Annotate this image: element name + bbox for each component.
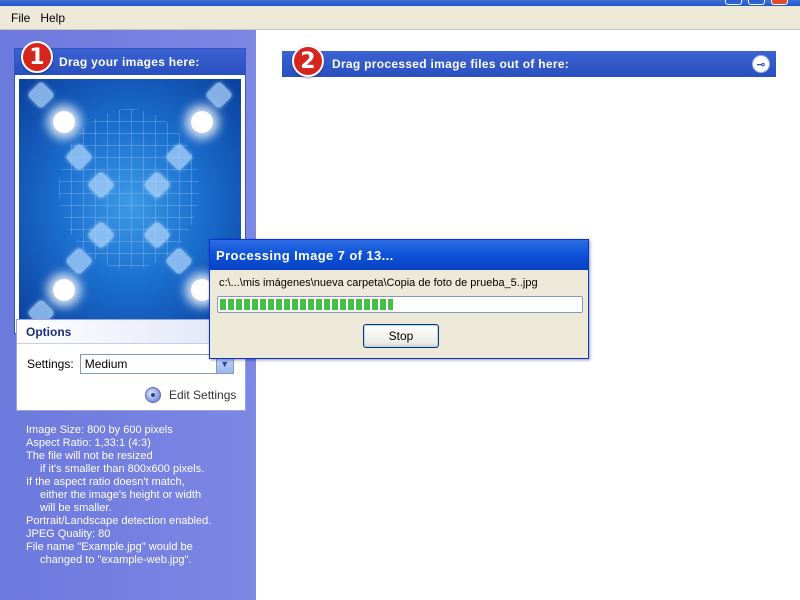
step-one-badge: 1: [21, 41, 53, 73]
settings-selected-value: Medium: [84, 357, 128, 371]
menu-file[interactable]: File: [6, 9, 35, 27]
progress-fill: [220, 299, 393, 310]
info-line: JPEG Quality: 80: [26, 528, 111, 540]
stop-button[interactable]: Stop: [363, 324, 439, 348]
pin-icon[interactable]: ⊸: [752, 55, 770, 73]
settings-row: Settings: Medium ▼: [27, 354, 234, 374]
diamond-shape: [204, 80, 234, 110]
step-two-badge: 2: [292, 45, 324, 77]
info-line: will be smaller.: [40, 502, 112, 514]
info-line: File name "Example.jpg" would be: [26, 541, 193, 553]
glow-dot: [53, 279, 75, 301]
info-line: Portrait/Landscape detection enabled.: [26, 515, 212, 527]
info-line: changed to "example-web.jpg".: [40, 554, 192, 566]
info-line: either the image's height or width: [40, 489, 202, 501]
info-line: Image Size: 800 by 600 pixels: [26, 424, 173, 436]
glow-dot: [191, 111, 213, 133]
glow-dot: [53, 111, 75, 133]
settings-label: Settings:: [27, 357, 74, 371]
current-file-path: c:\...\mis imágenes\nueva carpeta\Copia …: [219, 277, 538, 289]
info-line: The file will not be resized: [26, 450, 153, 462]
output-zone-title: Drag processed image files out of here:: [332, 57, 570, 71]
drop-zone-illustration: [19, 79, 241, 329]
drop-zone-header: 1 Drag your images here:: [15, 41, 245, 75]
maximize-button[interactable]: [748, 0, 765, 5]
settings-gear-icon: [145, 387, 161, 403]
progress-bar: [217, 296, 583, 313]
edit-settings-link[interactable]: Edit Settings: [145, 387, 236, 403]
diamond-shape: [26, 80, 56, 110]
output-zone-header: 2 Drag processed image files out of here…: [282, 45, 776, 77]
menu-bar: File Help: [0, 6, 800, 30]
dialog-title: Processing Image 7 of 13...: [210, 240, 588, 270]
menu-help[interactable]: Help: [35, 9, 70, 27]
close-button[interactable]: [771, 0, 788, 5]
edit-settings-label: Edit Settings: [169, 388, 237, 402]
drop-zone-title: Drag your images here:: [59, 55, 200, 69]
progress-dialog: Processing Image 7 of 13... c:\...\mis i…: [209, 239, 589, 359]
info-line: If the aspect ratio doesn't match,: [26, 476, 185, 488]
minimize-button[interactable]: [725, 0, 742, 5]
info-line: if it's smaller than 800x600 pixels.: [40, 463, 205, 475]
info-line: Aspect Ratio: 1,33:1 (4:3): [26, 437, 151, 449]
grid-graphic: [59, 109, 199, 269]
settings-summary: Image Size: 800 by 600 pixels Aspect Rat…: [26, 424, 250, 567]
